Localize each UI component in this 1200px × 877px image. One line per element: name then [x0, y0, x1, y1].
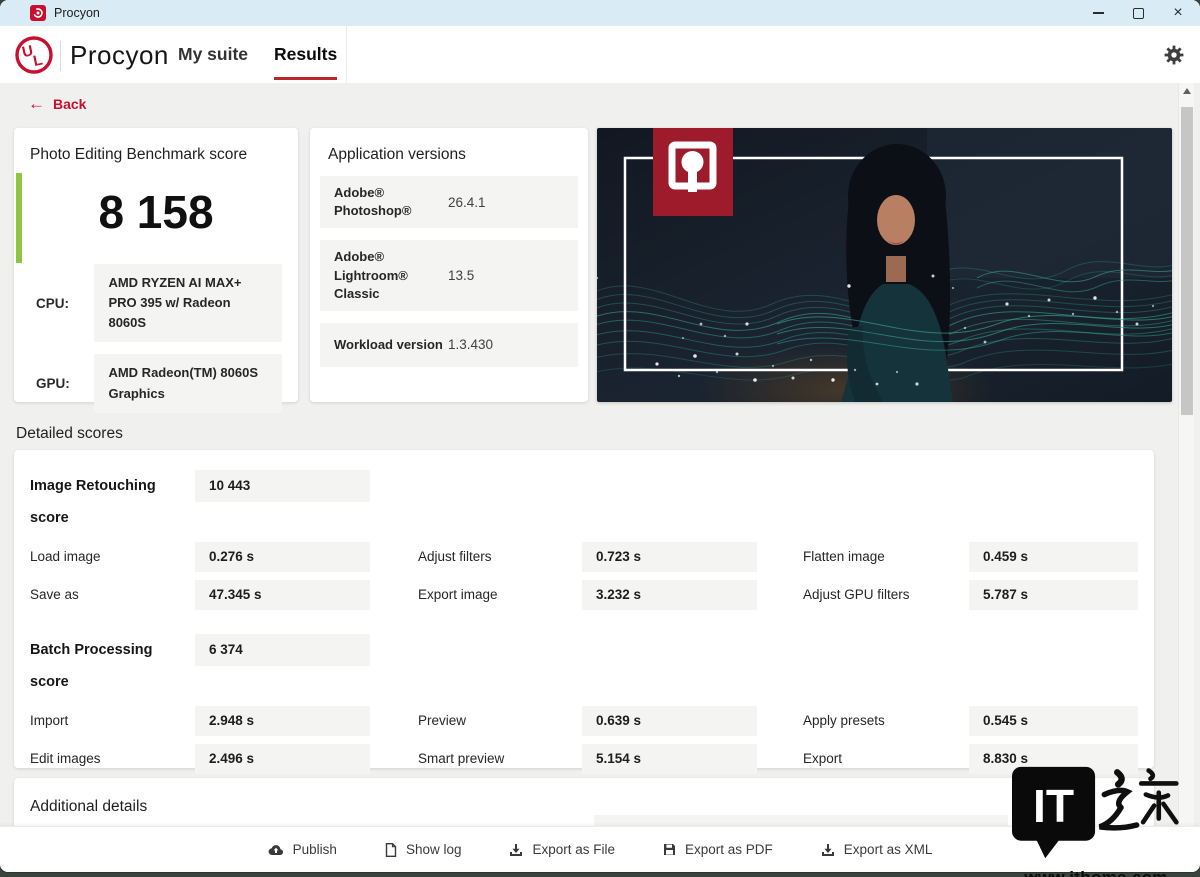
detail-row: Load image 0.276 s Adjust filters 0.723 … [30, 542, 1138, 572]
export-pdf-button[interactable]: Export as PDF [663, 842, 773, 857]
header-divider [60, 41, 61, 71]
ithome-logo-icon: IT [1012, 766, 1179, 859]
cloud-upload-icon [268, 844, 284, 856]
window-title: Procyon [54, 6, 100, 20]
ul-logo-icon: U L [14, 35, 54, 80]
detail-row: Import 2.948 s Preview 0.639 s Apply pre… [30, 706, 1138, 736]
batch-score-value: 6 374 [195, 634, 370, 666]
save-icon [663, 843, 676, 856]
minimize-button[interactable] [1078, 0, 1118, 26]
export-file-button[interactable]: Export as File [509, 842, 615, 857]
back-arrow-icon: ← [28, 94, 45, 113]
brand-title: Procyon [70, 40, 169, 70]
tabs-divider [346, 26, 347, 83]
gpu-row: GPU: AMD Radeon(TM) 8060S Graphics [36, 354, 282, 413]
scrollbar-thumb[interactable] [1181, 107, 1193, 415]
back-label: Back [53, 96, 87, 112]
download-icon [821, 843, 835, 857]
score-card-title: Photo Editing Benchmark score [30, 146, 248, 163]
back-button[interactable]: ← Back [28, 94, 87, 113]
detail-row: Edit images 2.496 s Smart preview 5.154 … [30, 744, 1138, 774]
benchmark-hero-image [597, 128, 1172, 402]
header: U L Procyon My suite Results [0, 26, 1200, 83]
benchmark-score-card: Photo Editing Benchmark score 8 158 CPU:… [14, 128, 298, 413]
publish-button[interactable]: Publish [268, 842, 337, 857]
vertical-scrollbar[interactable] [1178, 83, 1194, 826]
ithome-url: www.ithome.com [1006, 868, 1186, 877]
retouch-score-value: 10 443 [195, 470, 370, 502]
show-log-button[interactable]: Show log [385, 842, 461, 857]
maximize-button[interactable] [1118, 0, 1158, 26]
procyon-badge-icon [653, 128, 733, 216]
version-row-photoshop: Adobe® Photoshop® 26.4.1 [320, 176, 578, 229]
procyon-app-icon [30, 5, 46, 21]
detailed-scores-card: Image Retouching score 10 443 Load image… [14, 450, 1154, 812]
document-icon [385, 842, 397, 857]
versions-card-title: Application versions [328, 146, 466, 163]
additional-details-card: Additional details [14, 778, 1154, 826]
settings-gear-icon[interactable] [1164, 45, 1184, 65]
cpu-row: CPU: AMD RYZEN AI MAX+ PRO 395 w/ Radeon… [36, 264, 282, 343]
additional-partial-box [594, 815, 1008, 826]
detailed-scores-title: Detailed scores [16, 425, 123, 442]
version-row-workload: Workload version 1.3.430 [320, 322, 578, 367]
cpu-label: CPU: [36, 295, 69, 311]
tab-my-suite[interactable]: My suite [178, 26, 248, 83]
export-xml-button[interactable]: Export as XML [821, 842, 932, 857]
download-icon [509, 843, 523, 857]
application-versions-card: Application versions Adobe® Photoshop® 2… [310, 128, 588, 402]
retouch-score-row: Image Retouching score 10 443 [30, 470, 1138, 534]
tab-results[interactable]: Results [274, 26, 338, 83]
svg-text:IT: IT [1033, 780, 1074, 832]
ithome-watermark: IT www.ithome.com [1006, 765, 1186, 877]
titlebar: Procyon × [0, 0, 1200, 26]
benchmark-score-value: 8 158 [98, 186, 214, 238]
version-row-lightroom: Adobe® Lightroom® Classic 13.5 [320, 240, 578, 311]
batch-score-row: Batch Processing score 6 374 [30, 634, 1138, 698]
woman-figure [841, 144, 953, 402]
additional-details-title: Additional details [30, 798, 148, 815]
detail-row: Save as 47.345 s Export image 3.232 s Ad… [30, 580, 1138, 610]
gpu-label: GPU: [36, 376, 70, 392]
cpu-value: AMD RYZEN AI MAX+ PRO 395 w/ Radeon 8060… [94, 264, 282, 343]
gpu-value: AMD Radeon(TM) 8060S Graphics [94, 354, 282, 413]
scroll-up-arrow-icon[interactable] [1183, 88, 1191, 94]
score-accent-bar [16, 173, 22, 263]
close-button[interactable]: × [1158, 0, 1198, 26]
results-page: ← Back Photo Editing Benchmark score 8 1… [0, 83, 1200, 826]
app-window: Procyon × U L Procyon My suite Results ←… [0, 0, 1200, 872]
